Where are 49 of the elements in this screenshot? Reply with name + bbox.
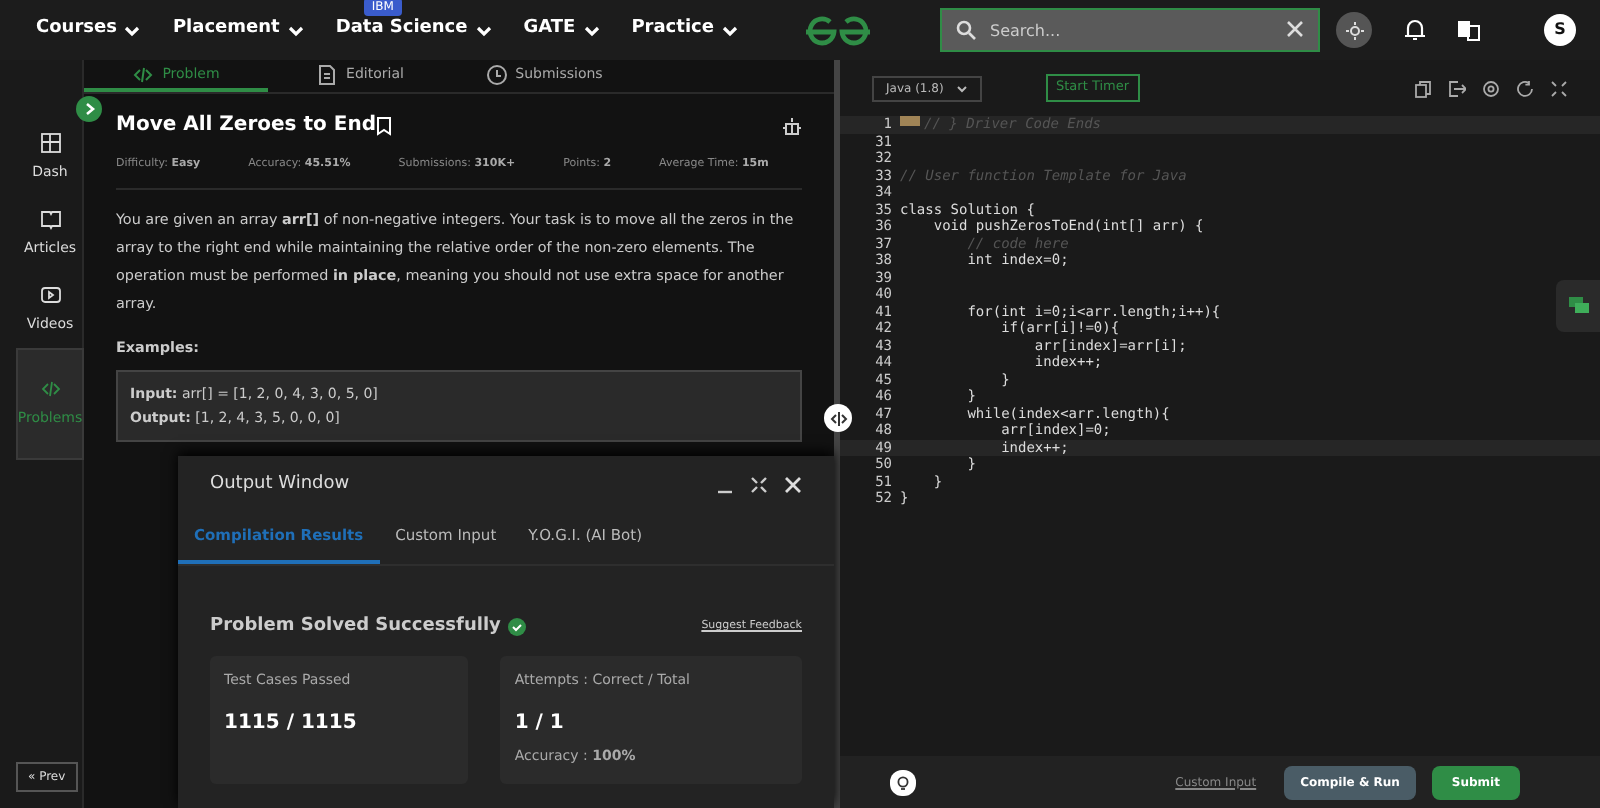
settings-icon[interactable] — [1482, 79, 1500, 97]
caret-icon — [956, 83, 968, 93]
refresh-icon[interactable] — [1516, 79, 1534, 97]
card-value: 1 / 1 — [514, 709, 566, 738]
nav-menu-item[interactable]: Courses — [36, 16, 141, 44]
chat-icon — [1567, 296, 1589, 316]
problem-title: Move All Zeroes to End — [116, 112, 376, 140]
nav-menu-item[interactable]: Practice — [631, 16, 738, 44]
caret-icon — [721, 23, 738, 37]
nav-menu-item[interactable]: Placement — [172, 16, 304, 44]
document-icon — [316, 63, 339, 85]
sun-icon — [1345, 21, 1363, 39]
user-avatar[interactable]: S — [1544, 14, 1576, 46]
clock-icon — [485, 63, 508, 85]
caret-icon — [475, 23, 492, 37]
bookmark-icon[interactable] — [375, 115, 392, 135]
search-field[interactable]: Search... — [940, 8, 1320, 52]
book-icon — [39, 208, 61, 231]
fullscreen-icon[interactable] — [1550, 79, 1568, 97]
expand-icon[interactable] — [750, 476, 768, 495]
status-message: Problem Solved Successfully — [210, 613, 501, 640]
chat-button[interactable] — [1556, 280, 1600, 332]
close-icon[interactable] — [1286, 20, 1304, 38]
nav-menu-item[interactable]: Data Science — [335, 16, 492, 44]
resize-handle[interactable] — [824, 404, 852, 432]
chevron-right-icon — [83, 102, 95, 116]
output-window-title: Output Window — [210, 472, 352, 498]
close-icon[interactable] — [784, 476, 802, 495]
exit-icon[interactable] — [1448, 79, 1466, 97]
dashboard-icon — [39, 132, 61, 155]
logo-icon — [802, 14, 875, 46]
lightbulb-icon — [894, 773, 912, 791]
code-icon — [39, 378, 61, 401]
fold-marker[interactable] — [900, 116, 920, 126]
search-icon — [956, 20, 976, 40]
copy-icon[interactable] — [1414, 79, 1432, 97]
check-circle-icon — [508, 618, 527, 636]
hint-button[interactable] — [890, 769, 916, 795]
nav-menu-item[interactable]: GATE — [523, 16, 600, 44]
drag-arrows-icon — [829, 411, 847, 425]
video-icon — [39, 284, 61, 307]
bell-icon[interactable] — [1404, 18, 1426, 42]
card-value: 1115 / 1115 — [224, 709, 359, 738]
caret-icon — [124, 23, 141, 37]
caret-icon — [287, 23, 304, 37]
code-icon — [132, 63, 155, 85]
caret-icon — [583, 23, 600, 37]
theme-toggle-button[interactable] — [1336, 12, 1372, 48]
expand-button[interactable] — [76, 96, 102, 122]
